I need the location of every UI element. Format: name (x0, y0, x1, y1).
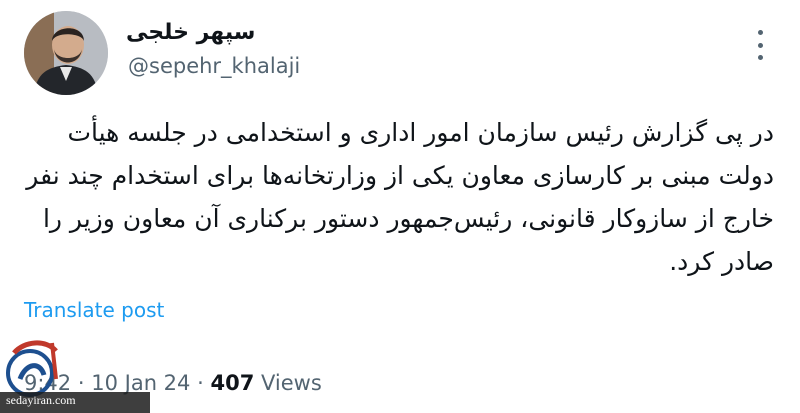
tweet-text: در پی گزارش رئیس سازمان امور اداری و است… (24, 111, 774, 283)
watermark-text: sedayiran.com (6, 393, 76, 407)
tweet-line: دولت مبنی بر کارسازی معاون یکی از وزارتخ… (26, 161, 774, 190)
tweet-line: خارج از سازوکار قانونی، رئیس‌جمهور دستور… (42, 204, 774, 233)
more-dot (757, 30, 763, 35)
site-logo (6, 340, 58, 397)
profile-photo (24, 11, 108, 95)
tweet-line: در پی گزارش رئیس سازمان امور اداری و است… (67, 118, 774, 147)
more-vertical-icon[interactable] (750, 30, 770, 60)
avatar[interactable] (24, 11, 108, 95)
more-dot (757, 55, 763, 60)
author-display-name[interactable]: سپهر خلجی (126, 22, 255, 44)
meta-separator: · (197, 371, 204, 395)
translate-post-link[interactable]: Translate post (24, 300, 164, 320)
tweet-line: صادر کرد. (669, 247, 774, 276)
more-dot (757, 42, 763, 48)
author-handle[interactable]: @sepehr_khalaji (128, 56, 300, 77)
views-count: 407 (210, 371, 255, 395)
views-label: Views (261, 371, 322, 395)
